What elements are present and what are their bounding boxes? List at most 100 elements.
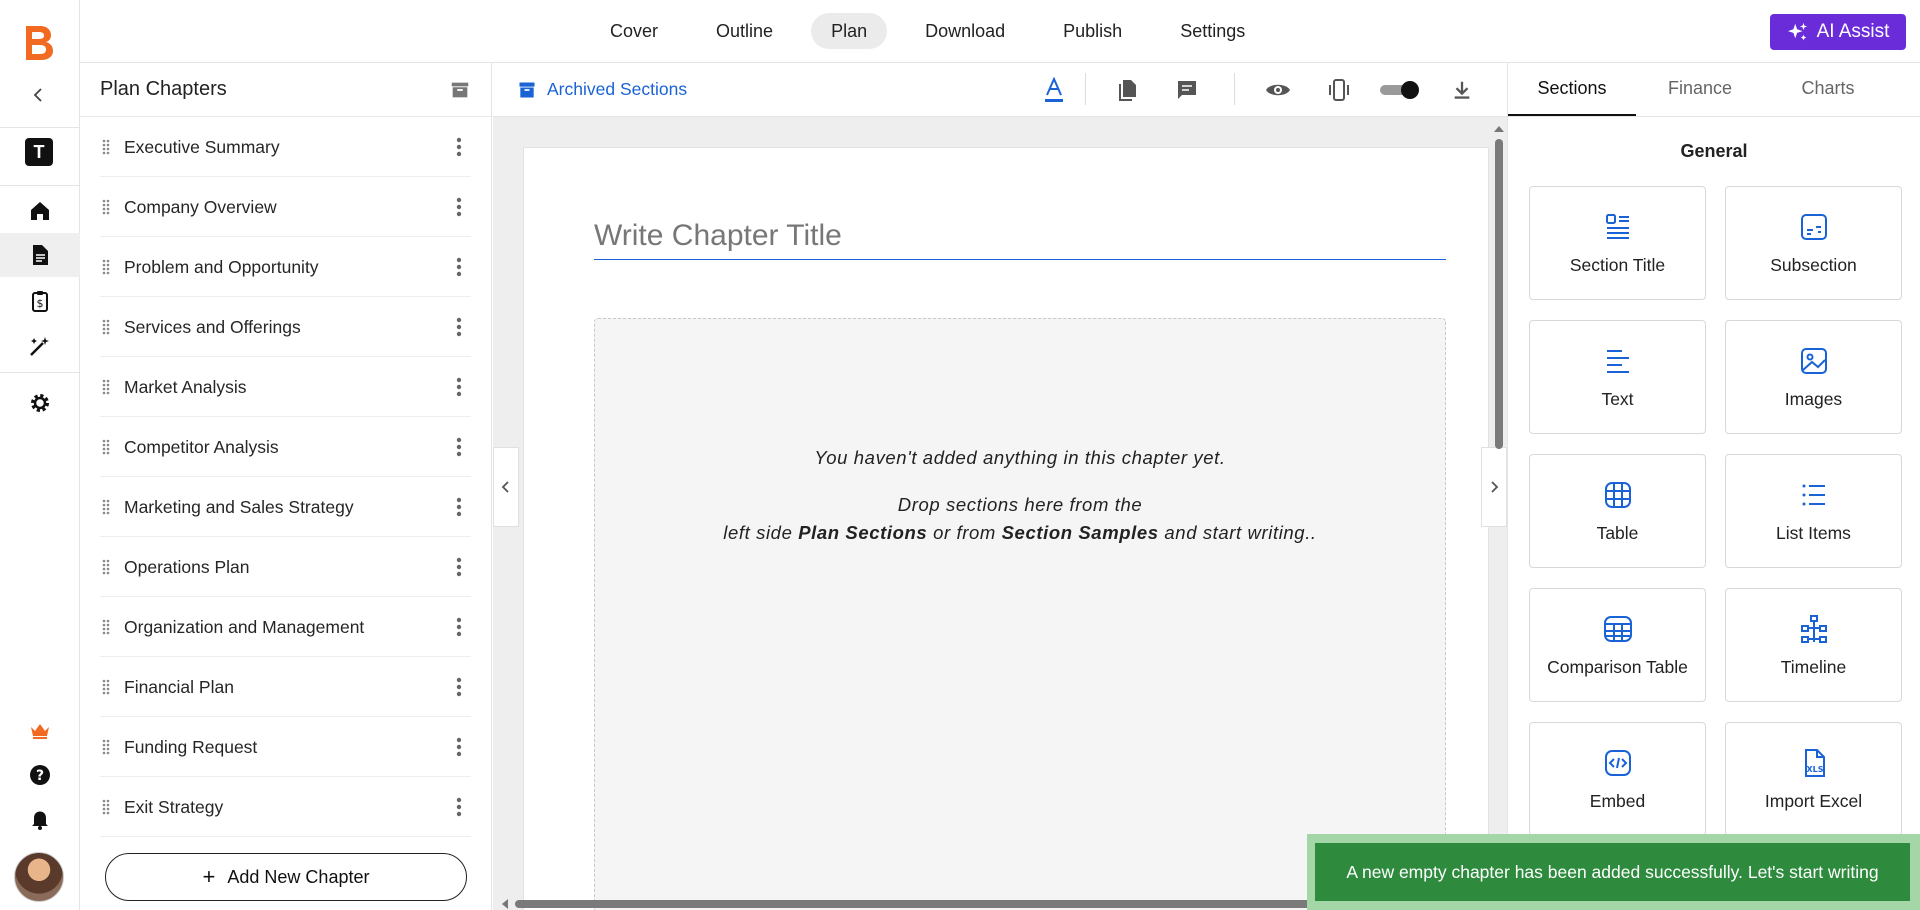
more-options-icon[interactable]: [447, 375, 471, 399]
ai-assist-button[interactable]: AI Assist: [1770, 14, 1906, 50]
nav-finance[interactable]: $: [0, 279, 80, 323]
horizontal-scroll-thumb[interactable]: [515, 900, 1335, 908]
more-options-icon[interactable]: [447, 255, 471, 279]
vertical-scroll-thumb[interactable]: [1495, 139, 1503, 449]
tab-plan[interactable]: Plan: [811, 13, 888, 49]
more-options-icon[interactable]: [447, 495, 471, 519]
chapter-item[interactable]: Services and Offerings: [80, 297, 491, 357]
section-tile[interactable]: Embed: [1529, 722, 1706, 836]
copy-button[interactable]: [1115, 77, 1141, 103]
collapse-left-panel-button[interactable]: [493, 447, 519, 527]
more-options-icon[interactable]: [447, 795, 471, 819]
list-icon: [1802, 484, 1825, 505]
drag-handle-icon[interactable]: [100, 737, 112, 757]
more-options-icon[interactable]: [447, 315, 471, 339]
section-title-icon: [1605, 213, 1629, 239]
tab-finance[interactable]: Finance: [1636, 63, 1764, 116]
main-tabs: Cover Outline Plan Download Publish Sett…: [590, 13, 1265, 49]
archived-sections-link[interactable]: Archived Sections: [517, 79, 687, 100]
comment-button[interactable]: [1174, 77, 1200, 103]
drag-handle-icon[interactable]: [100, 197, 112, 217]
app-root: T $ ? Cover Outline Plan Download Publis…: [0, 0, 1920, 910]
tab-charts[interactable]: Charts: [1764, 63, 1892, 116]
chapter-item[interactable]: Operations Plan: [80, 537, 491, 597]
chapter-item[interactable]: Exit Strategy: [80, 777, 491, 837]
text-format-button[interactable]: [1041, 77, 1067, 103]
drag-handle-icon[interactable]: [100, 377, 112, 397]
user-avatar[interactable]: [14, 852, 64, 902]
add-chapter-button[interactable]: + Add New Chapter: [105, 853, 467, 901]
download-button[interactable]: [1449, 77, 1475, 103]
bell-icon: [32, 811, 48, 830]
section-tile[interactable]: Text: [1529, 320, 1706, 434]
chapter-item[interactable]: Executive Summary: [80, 117, 491, 177]
section-drop-zone[interactable]: You haven't added anything in this chapt…: [594, 318, 1446, 910]
more-options-icon[interactable]: [447, 555, 471, 579]
section-tile-label: List Items: [1776, 522, 1851, 543]
nav-upgrade[interactable]: [0, 709, 80, 753]
drag-handle-icon[interactable]: [100, 317, 112, 337]
plan-sections-ref: Plan Sections: [798, 522, 928, 543]
nav-home[interactable]: [0, 189, 80, 233]
chapter-item[interactable]: Marketing and Sales Strategy: [80, 477, 491, 537]
preview-button[interactable]: [1265, 77, 1291, 103]
chapter-label: Funding Request: [124, 736, 258, 757]
nav-document[interactable]: [0, 233, 80, 277]
section-tile[interactable]: Comparison Table: [1529, 588, 1706, 702]
section-tile[interactable]: List Items: [1725, 454, 1902, 568]
nav-settings[interactable]: [0, 381, 80, 425]
tab-sections[interactable]: Sections: [1508, 63, 1636, 116]
brand-logo-icon[interactable]: [20, 22, 56, 62]
more-options-icon[interactable]: [447, 675, 471, 699]
scroll-up-arrow-icon[interactable]: [1493, 123, 1505, 133]
success-toast[interactable]: A new empty chapter has been added succe…: [1307, 834, 1920, 910]
mobile-view-button[interactable]: [1326, 77, 1352, 103]
view-toggle-switch[interactable]: [1380, 80, 1420, 100]
drag-handle-icon[interactable]: [100, 437, 112, 457]
tab-outline[interactable]: Outline: [696, 13, 793, 49]
chapter-item[interactable]: Problem and Opportunity: [80, 237, 491, 297]
drag-handle-icon[interactable]: [100, 797, 112, 817]
chapters-panel: Plan Chapters Executive Summary Company O…: [80, 63, 492, 910]
chapter-label: Services and Offerings: [124, 316, 301, 337]
section-tile[interactable]: XLS Import Excel: [1725, 722, 1902, 836]
archived-sections-label: Archived Sections: [547, 79, 688, 99]
nav-magic[interactable]: [0, 324, 80, 368]
scroll-left-arrow-icon[interactable]: [499, 898, 509, 910]
drag-handle-icon[interactable]: [100, 497, 112, 517]
more-options-icon[interactable]: [447, 735, 471, 759]
nav-help[interactable]: ?: [0, 753, 80, 797]
svg-text:?: ?: [36, 768, 44, 784]
vertical-scrollbar[interactable]: [1493, 119, 1505, 904]
tab-download[interactable]: Download: [905, 13, 1025, 49]
chapter-item[interactable]: Organization and Management: [80, 597, 491, 657]
drag-handle-icon[interactable]: [100, 557, 112, 577]
chapter-item[interactable]: Competitor Analysis: [80, 417, 491, 477]
nav-notifications[interactable]: [0, 797, 80, 841]
drag-handle-icon[interactable]: [100, 617, 112, 637]
section-tile[interactable]: Images: [1725, 320, 1902, 434]
more-options-icon[interactable]: [447, 195, 471, 219]
drag-handle-icon[interactable]: [100, 257, 112, 277]
section-tile[interactable]: Subsection: [1725, 186, 1902, 300]
drag-handle-icon[interactable]: [100, 137, 112, 157]
more-options-icon[interactable]: [447, 135, 471, 159]
chapter-item[interactable]: Funding Request: [80, 717, 491, 777]
more-options-icon[interactable]: [447, 435, 471, 459]
section-tile[interactable]: Table: [1529, 454, 1706, 568]
section-tile[interactable]: Section Title: [1529, 186, 1706, 300]
tab-publish[interactable]: Publish: [1043, 13, 1142, 49]
archive-icon[interactable]: [449, 79, 471, 101]
tab-settings[interactable]: Settings: [1160, 13, 1265, 49]
collapse-sidebar-icon[interactable]: [28, 84, 50, 106]
comparison-table-icon: [1603, 615, 1632, 642]
tab-cover[interactable]: Cover: [590, 13, 678, 49]
chapter-title-input[interactable]: [594, 218, 1446, 260]
drag-handle-icon[interactable]: [100, 677, 112, 697]
workspace-avatar[interactable]: T: [25, 138, 53, 166]
chapter-item[interactable]: Market Analysis: [80, 357, 491, 417]
more-options-icon[interactable]: [447, 615, 471, 639]
chapter-item[interactable]: Financial Plan: [80, 657, 491, 717]
section-tile[interactable]: Timeline: [1725, 588, 1902, 702]
chapter-item[interactable]: Company Overview: [80, 177, 491, 237]
